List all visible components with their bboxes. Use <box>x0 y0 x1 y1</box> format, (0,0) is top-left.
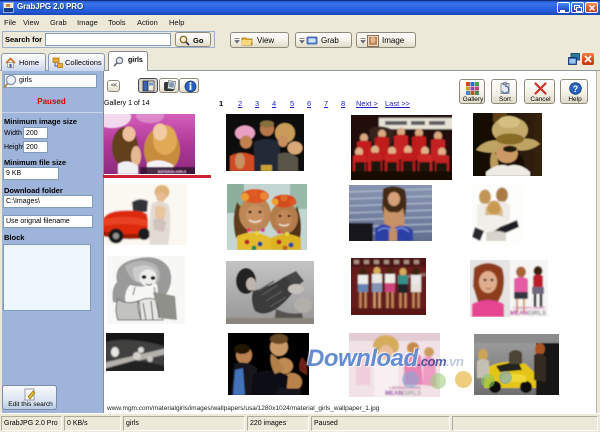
svg-text:MEANGIRLS: MEANGIRLS <box>510 311 546 317</box>
svg-text:?: ? <box>573 84 579 94</box>
svg-text:MEANGIRLS: MEANGIRLS <box>385 391 421 397</box>
svg-text:LINDSAYLOHAN: LINDSAYLOHAN <box>513 305 545 310</box>
svg-text:MATERIALGIRLS: MATERIALGIRLS <box>158 170 187 174</box>
